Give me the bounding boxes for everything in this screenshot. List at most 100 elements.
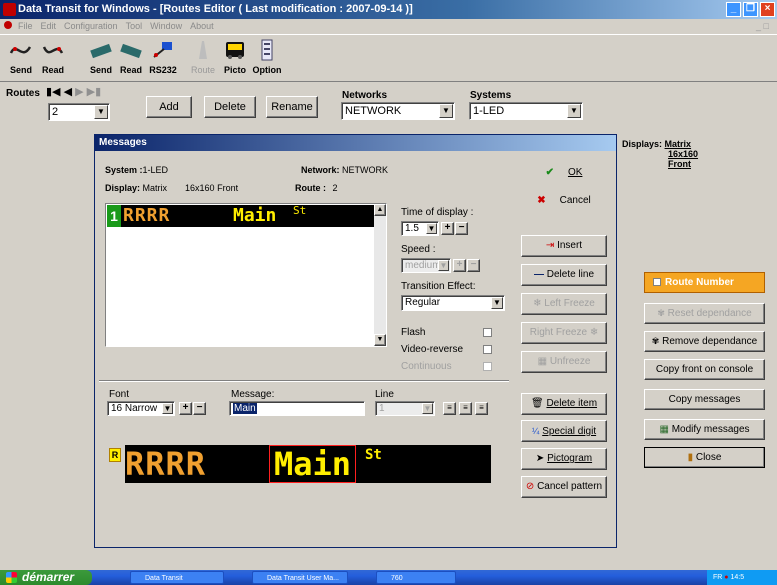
line-select[interactable]: 1 ▼ — [375, 401, 435, 416]
menu-window[interactable]: Window — [150, 21, 182, 31]
reset-dependance-button[interactable]: ✾ Reset dependance — [644, 303, 765, 324]
send-button-1[interactable]: Send — [6, 39, 36, 79]
ok-button[interactable]: ✔ OK — [521, 163, 607, 185]
scroll-up-icon[interactable]: ▲ — [374, 204, 386, 216]
option-button[interactable]: Option — [252, 39, 282, 79]
delete-line-button[interactable]: — Delete line — [521, 264, 607, 286]
special-digit-button[interactable]: ¼ Special digit — [521, 420, 607, 442]
menu-file[interactable]: File — [18, 21, 33, 31]
align-center-icon[interactable]: ≡ — [459, 402, 472, 415]
list-scrollbar[interactable]: ▲ ▼ — [374, 204, 386, 346]
first-route-icon[interactable]: ▮◀ — [46, 86, 61, 98]
video-reverse-checkbox[interactable] — [483, 345, 492, 354]
language-indicator[interactable]: FR — [713, 574, 722, 581]
prev-route-icon[interactable]: ◀ — [64, 86, 72, 98]
pictogram-button[interactable]: ➤ Pictogram — [521, 448, 607, 470]
cancel-pattern-button[interactable]: ⊘ Cancel pattern — [521, 476, 607, 498]
speed-minus-button[interactable]: − — [467, 259, 480, 272]
chevron-down-icon[interactable]: ▼ — [438, 260, 449, 271]
chevron-down-icon[interactable]: ▼ — [439, 104, 453, 118]
menu-tool[interactable]: Tool — [126, 21, 143, 31]
task-label: Data Transit — [145, 575, 183, 582]
cancel-button[interactable]: ✖ Cancel — [521, 191, 607, 213]
flash-checkbox[interactable] — [483, 328, 492, 337]
font-plus-button[interactable]: + — [179, 402, 192, 415]
menu-configuration[interactable]: Configuration — [64, 21, 118, 31]
modify-messages-button[interactable]: ▦ Modify messages — [644, 419, 765, 440]
preview-route-text: RRRR — [125, 445, 207, 483]
scroll-down-icon[interactable]: ▼ — [374, 334, 386, 346]
picto-label: Picto — [223, 65, 246, 75]
left-freeze-button[interactable]: ❄ Left Freeze — [521, 293, 607, 315]
task-data-transit[interactable]: Data Transit — [130, 571, 224, 584]
chevron-down-icon[interactable]: ▼ — [162, 403, 173, 414]
remove-dependance-button[interactable]: ✾ Remove dependance — [644, 331, 765, 352]
chevron-down-icon[interactable]: ▼ — [426, 223, 437, 234]
message-label: Message: — [231, 389, 275, 400]
time-minus-button[interactable]: − — [455, 222, 468, 235]
bus-icon — [226, 42, 244, 59]
freeze-icon: ❄ — [589, 327, 599, 338]
time-select[interactable]: 1.5 ▼ — [401, 221, 439, 236]
next-route-icon[interactable]: ▶ — [75, 86, 83, 98]
chevron-down-icon[interactable]: ▼ — [567, 104, 581, 118]
chevron-down-icon[interactable]: ▼ — [94, 105, 108, 119]
close-panel-button[interactable]: ▮ Close — [644, 447, 765, 468]
right-freeze-button[interactable]: Right Freeze ❄ — [521, 322, 607, 344]
task-760[interactable]: 760 — [376, 571, 456, 584]
speed-select[interactable]: medium ▼ — [401, 258, 451, 273]
message-row-1[interactable]: 1 RRRR Main St — [107, 205, 375, 227]
system-value: 1-LED — [142, 165, 169, 175]
copy-messages-button[interactable]: Copy messages — [644, 389, 765, 410]
route-select[interactable]: 2 ▼ — [48, 103, 110, 121]
remove-icon: ✾ — [651, 336, 660, 346]
delete-item-button[interactable]: 🗑 Delete item — [521, 393, 607, 415]
route-button[interactable]: Route — [188, 39, 218, 79]
continuous-label: Continuous — [401, 361, 452, 372]
picto-button[interactable]: Picto — [220, 39, 250, 79]
copy-front-button[interactable]: Copy front on console — [644, 359, 765, 380]
transition-select[interactable]: Regular ▼ — [401, 295, 505, 311]
message-list[interactable]: 1 RRRR Main St ▲ ▼ — [105, 203, 387, 347]
option-label: Option — [252, 65, 282, 75]
window-title: Data Transit for Windows - [Routes Edito… — [18, 3, 413, 15]
font-select[interactable]: 16 Narrow ▼ — [107, 401, 175, 416]
line-value: 1 — [379, 403, 385, 414]
restore-button[interactable]: ❐ — [743, 2, 758, 17]
minimize-button[interactable]: _ — [726, 2, 741, 17]
send-button-2[interactable]: Send — [86, 39, 116, 79]
continuous-checkbox[interactable] — [483, 362, 492, 371]
route-number-toggle[interactable]: Route Number — [644, 272, 765, 293]
font-minus-button[interactable]: − — [193, 402, 206, 415]
insert-button[interactable]: ⇥ Insert — [521, 235, 607, 257]
menu-about[interactable]: About — [190, 21, 214, 31]
network-select[interactable]: NETWORK ▼ — [341, 102, 455, 120]
add-route-button[interactable]: Add — [146, 96, 192, 118]
led-route-text: RRRR — [123, 205, 171, 226]
tray-app-icon[interactable]: ● — [724, 574, 728, 581]
read-button-1[interactable]: Read — [38, 39, 68, 79]
align-right-icon[interactable]: ≡ — [475, 402, 488, 415]
last-route-icon[interactable]: ▶▮ — [87, 86, 102, 98]
chevron-down-icon[interactable]: ▼ — [491, 297, 503, 309]
network-info-value: NETWORK — [342, 165, 389, 175]
speed-plus-button[interactable]: + — [453, 259, 466, 272]
unfreeze-button[interactable]: ▦ Unfreeze — [521, 351, 607, 373]
route-number-checkbox[interactable] — [653, 278, 661, 287]
task-user-manual[interactable]: Data Transit User Ma... — [252, 571, 348, 584]
system-select[interactable]: 1-LED ▼ — [469, 102, 583, 120]
delete-route-button[interactable]: Delete — [204, 96, 256, 118]
rename-route-button[interactable]: Rename — [266, 96, 318, 118]
rs232-button[interactable]: RS232 — [148, 39, 178, 79]
speed-value: medium — [405, 260, 441, 271]
start-button[interactable]: démarrer — [0, 570, 92, 585]
read-button-2[interactable]: Read — [116, 39, 146, 79]
message-input[interactable]: Main — [229, 401, 365, 416]
close-window-button[interactable]: × — [760, 2, 775, 17]
time-plus-button[interactable]: + — [441, 222, 454, 235]
menu-edit[interactable]: Edit — [41, 21, 57, 31]
chevron-down-icon[interactable]: ▼ — [422, 403, 433, 414]
align-left-icon[interactable]: ≡ — [443, 402, 456, 415]
mdi-controls[interactable]: _ □ — [756, 19, 769, 33]
system-menu-icon[interactable] — [4, 21, 12, 29]
